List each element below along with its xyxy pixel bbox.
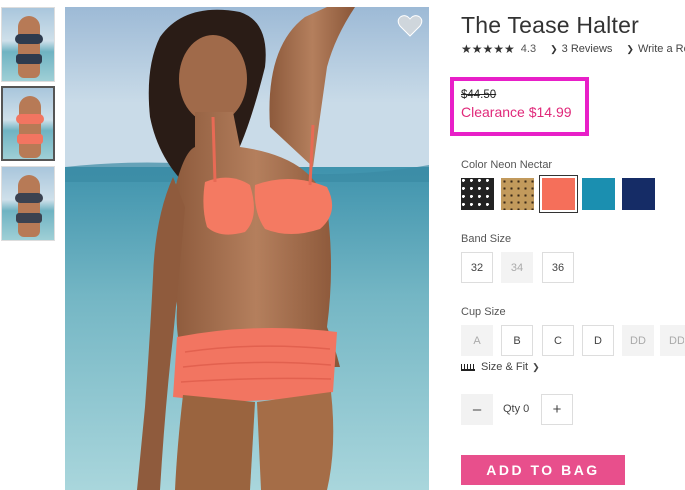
quantity-value: Qty 0 — [503, 403, 530, 415]
size-fit-label: Size & Fit — [481, 361, 529, 373]
main-product-image — [65, 7, 429, 490]
cup-size-dd-2[interactable]: DD — [660, 325, 685, 356]
cup-size-label: Cup Size — [461, 306, 506, 318]
product-title: The Tease Halter — [461, 12, 639, 38]
write-review-link[interactable]: Write a Re — [638, 43, 685, 55]
band-size-label: Band Size — [461, 233, 512, 245]
cup-size-d[interactable]: D — [582, 325, 614, 356]
thumbnail-1[interactable] — [1, 7, 55, 82]
rating-value: 4.3 — [520, 43, 537, 55]
quantity-decrement-button[interactable]: – — [461, 394, 493, 425]
chevron-right-icon: ❯ — [532, 361, 540, 372]
color-swatch-neon-nectar[interactable] — [539, 175, 578, 213]
cup-size-b[interactable]: B — [501, 325, 533, 356]
rating-stars-icon: ★★★★★ — [461, 42, 515, 56]
chevron-right-icon: ❯ — [626, 43, 634, 54]
original-price: $44.50 — [461, 89, 497, 101]
color-swatch-print[interactable] — [461, 178, 494, 210]
size-fit-link[interactable]: Size & Fit ❯ — [461, 361, 540, 373]
chevron-right-icon: ❯ — [550, 43, 558, 54]
cup-size-a[interactable]: A — [461, 325, 493, 356]
cup-size-c[interactable]: C — [542, 325, 574, 356]
ruler-icon — [461, 363, 475, 371]
quantity-increment-button[interactable]: + — [541, 394, 573, 425]
color-label: Color Neon Nectar — [461, 159, 553, 171]
cup-size-dd[interactable]: DD — [622, 325, 654, 356]
reviews-link[interactable]: 3 Reviews — [562, 43, 613, 55]
rating-row: ★★★★★ 4.3 ❯ 3 Reviews ❯ Write a Re — [461, 42, 685, 56]
color-swatch-leopard[interactable] — [501, 178, 534, 210]
band-size-32[interactable]: 32 — [461, 252, 493, 283]
band-size-34[interactable]: 34 — [501, 252, 533, 283]
band-size-36[interactable]: 36 — [542, 252, 574, 283]
thumbnail-2[interactable] — [1, 86, 55, 161]
add-to-bag-button[interactable]: ADD TO BAG — [461, 455, 625, 485]
thumbnail-3[interactable] — [1, 166, 55, 241]
color-swatch-teal[interactable] — [582, 178, 615, 210]
wishlist-heart-icon[interactable] — [397, 14, 423, 38]
clearance-price: Clearance $14.99 — [461, 104, 572, 120]
color-swatch-navy[interactable] — [622, 178, 655, 210]
